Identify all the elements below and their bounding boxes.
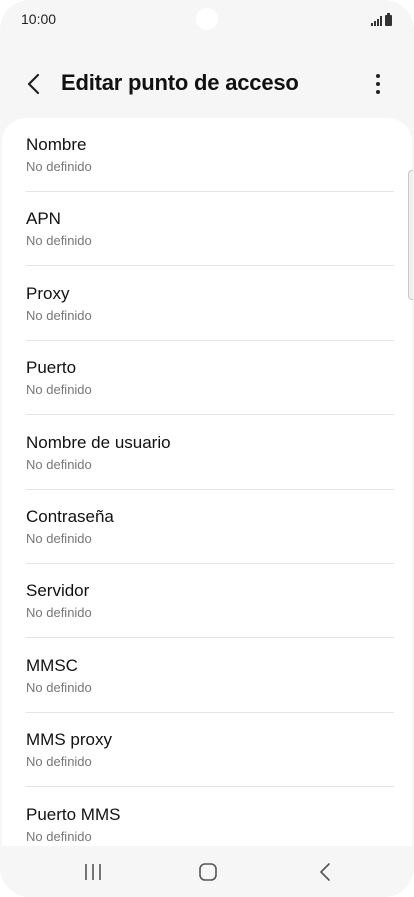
item-value: No definido: [26, 531, 92, 546]
app-header: Editar punto de acceso: [0, 56, 414, 112]
list-item-proxy[interactable]: Proxy No definido: [2, 267, 412, 341]
item-label: Contraseña: [26, 507, 114, 526]
item-value: No definido: [26, 680, 92, 695]
item-value: No definido: [26, 457, 92, 472]
more-options-button[interactable]: [362, 68, 394, 100]
divider: [26, 265, 394, 266]
signal-icon: [371, 16, 382, 26]
status-icons: [371, 12, 392, 26]
list-item-apn[interactable]: APN No definido: [2, 192, 412, 266]
item-value: No definido: [26, 754, 92, 769]
list-item-mmsc[interactable]: MMSC No definido: [2, 639, 412, 713]
item-value: No definido: [26, 308, 92, 323]
home-button[interactable]: [190, 860, 226, 884]
item-value: No definido: [26, 605, 92, 620]
back-button[interactable]: [18, 68, 50, 100]
item-label: Servidor: [26, 581, 90, 600]
item-label: Nombre de usuario: [26, 433, 171, 452]
recents-button[interactable]: [75, 860, 111, 884]
item-label: Proxy: [26, 284, 70, 303]
camera-cutout: [196, 8, 218, 30]
item-label: MMS proxy: [26, 730, 112, 749]
item-label: Nombre: [26, 135, 87, 154]
navigation-bar: [0, 846, 414, 897]
list-item-puerto-mms[interactable]: Puerto MMS No definido: [2, 788, 412, 846]
status-time: 10:00: [21, 11, 57, 27]
chevron-left-icon: [27, 73, 40, 95]
list-item-puerto[interactable]: Puerto No definido: [2, 341, 412, 415]
item-value: No definido: [26, 233, 92, 248]
scrollbar[interactable]: [408, 170, 413, 300]
divider: [26, 414, 394, 415]
list-item-nombre[interactable]: Nombre No definido: [2, 118, 412, 192]
home-icon: [199, 863, 217, 881]
item-value: No definido: [26, 829, 92, 844]
item-value: No definido: [26, 382, 92, 397]
battery-icon: [385, 13, 392, 26]
item-label: APN: [26, 209, 61, 228]
list-item-servidor[interactable]: Servidor No definido: [2, 564, 412, 638]
more-vertical-icon: [376, 74, 380, 94]
back-icon: [320, 863, 330, 881]
item-label: Puerto: [26, 358, 77, 377]
divider: [26, 786, 394, 787]
list-item-contrasena[interactable]: Contraseña No definido: [2, 490, 412, 564]
page-title: Editar punto de acceso: [61, 70, 299, 95]
item-value: No definido: [26, 159, 92, 174]
settings-list: Nombre No definido APN No definido Proxy…: [2, 118, 412, 846]
list-item-mms-proxy[interactable]: MMS proxy No definido: [2, 713, 412, 787]
item-label: Puerto MMS: [26, 805, 121, 824]
list-item-nombre-de-usuario[interactable]: Nombre de usuario No definido: [2, 416, 412, 490]
status-bar: 10:00: [0, 0, 414, 40]
recents-icon: [85, 864, 101, 880]
phone-screen: 10:00 Editar punto de acceso Nombre No d…: [0, 0, 414, 897]
nav-back-button[interactable]: [307, 860, 343, 884]
item-label: MMSC: [26, 656, 78, 675]
divider: [26, 637, 394, 638]
